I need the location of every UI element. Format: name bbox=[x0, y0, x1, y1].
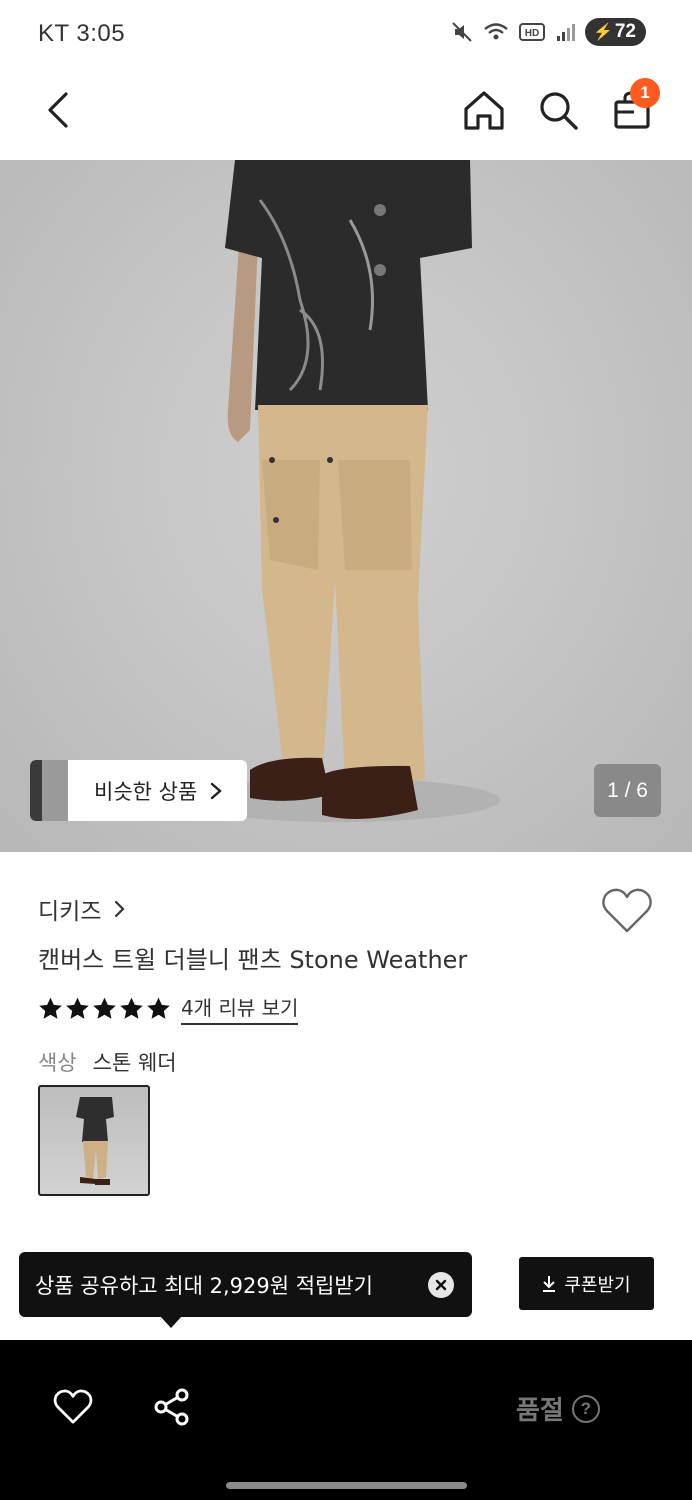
chevron-right-icon bbox=[211, 782, 223, 799]
heart-outline-icon bbox=[53, 1389, 93, 1424]
star-icon bbox=[39, 997, 62, 1019]
wishlist-button[interactable] bbox=[600, 886, 654, 938]
tooltip-close-button[interactable] bbox=[428, 1272, 454, 1298]
heart-outline-icon bbox=[602, 888, 652, 933]
back-arrow-icon bbox=[48, 92, 68, 128]
help-icon[interactable]: ? bbox=[571, 1394, 600, 1423]
color-value: 스톤 웨더 bbox=[92, 1051, 177, 1075]
search-icon bbox=[540, 92, 578, 130]
signal-icon bbox=[556, 24, 575, 41]
product-image-carousel[interactable]: 비슷한 상품 1 / 6 bbox=[0, 160, 692, 852]
charging-icon: ⚡ bbox=[592, 24, 613, 41]
color-swatch-thumbnail bbox=[76, 1097, 114, 1185]
bottom-wishlist-button[interactable] bbox=[48, 1382, 98, 1432]
close-icon bbox=[435, 1279, 447, 1291]
chevron-right-icon bbox=[115, 900, 126, 918]
similar-products-label: 비슷한 상품 bbox=[94, 779, 198, 804]
tooltip-arrow bbox=[160, 1316, 182, 1328]
sold-out-label: 품절 bbox=[516, 1396, 564, 1426]
battery-level: 72 bbox=[614, 21, 636, 42]
color-row: 색상 스톤 웨더 bbox=[38, 1047, 177, 1077]
back-button[interactable] bbox=[30, 82, 86, 138]
similar-products-button[interactable]: 비슷한 상품 bbox=[30, 760, 247, 821]
star-icon bbox=[120, 997, 143, 1019]
battery-indicator: ⚡ 72 bbox=[584, 18, 646, 46]
star-icon bbox=[147, 997, 170, 1019]
image-counter: 1 / 6 bbox=[594, 764, 661, 817]
share-reward-tooltip: 상품 공유하고 최대 2,929원 적립받기 bbox=[19, 1252, 472, 1317]
coupon-label: 쿠폰받기 bbox=[564, 1274, 631, 1296]
brand-link[interactable]: 디키즈 bbox=[38, 892, 126, 926]
svg-text:HD: HD bbox=[525, 28, 539, 39]
status-bar: KT 3:05 HD ⚡ 72 bbox=[0, 0, 692, 64]
hd-icon: HD bbox=[518, 23, 545, 41]
cart-button[interactable]: 1 bbox=[604, 78, 660, 138]
mute-icon bbox=[452, 22, 472, 42]
rating-row: 4개 리뷰 보기 bbox=[38, 992, 299, 1025]
brand-name: 디키즈 bbox=[38, 899, 102, 925]
status-icons: HD ⚡ 72 bbox=[451, 18, 646, 46]
bottom-action-bar: 품절 ? bbox=[0, 1340, 692, 1500]
color-swatch-selected[interactable] bbox=[38, 1085, 150, 1196]
get-coupon-button[interactable]: 쿠폰받기 bbox=[519, 1257, 654, 1310]
status-carrier-time: KT 3:05 bbox=[38, 20, 126, 47]
home-icon bbox=[464, 91, 504, 130]
share-button[interactable] bbox=[147, 1382, 197, 1432]
share-reward-text: 상품 공유하고 최대 2,929원 적립받기 bbox=[35, 1273, 373, 1298]
home-indicator[interactable] bbox=[226, 1482, 467, 1489]
star-icon bbox=[93, 997, 116, 1019]
star-icon bbox=[66, 997, 89, 1019]
view-reviews-link[interactable]: 4개 리뷰 보기 bbox=[181, 992, 299, 1025]
product-name: 캔버스 트윌 더블니 팬츠 Stone Weather bbox=[38, 946, 468, 974]
download-icon bbox=[543, 1275, 556, 1292]
sold-out-status: 품절 ? bbox=[516, 1390, 600, 1427]
color-label: 색상 bbox=[38, 1051, 77, 1075]
share-icon bbox=[154, 1388, 189, 1426]
search-button[interactable] bbox=[530, 82, 586, 138]
similar-products-thumbnail bbox=[30, 760, 68, 821]
product-photo bbox=[180, 160, 500, 822]
wifi-icon bbox=[484, 23, 508, 40]
home-button[interactable] bbox=[456, 82, 512, 138]
rating-stars bbox=[38, 996, 171, 1021]
top-navigation: 1 bbox=[0, 64, 692, 160]
cart-count-badge: 1 bbox=[630, 78, 660, 108]
